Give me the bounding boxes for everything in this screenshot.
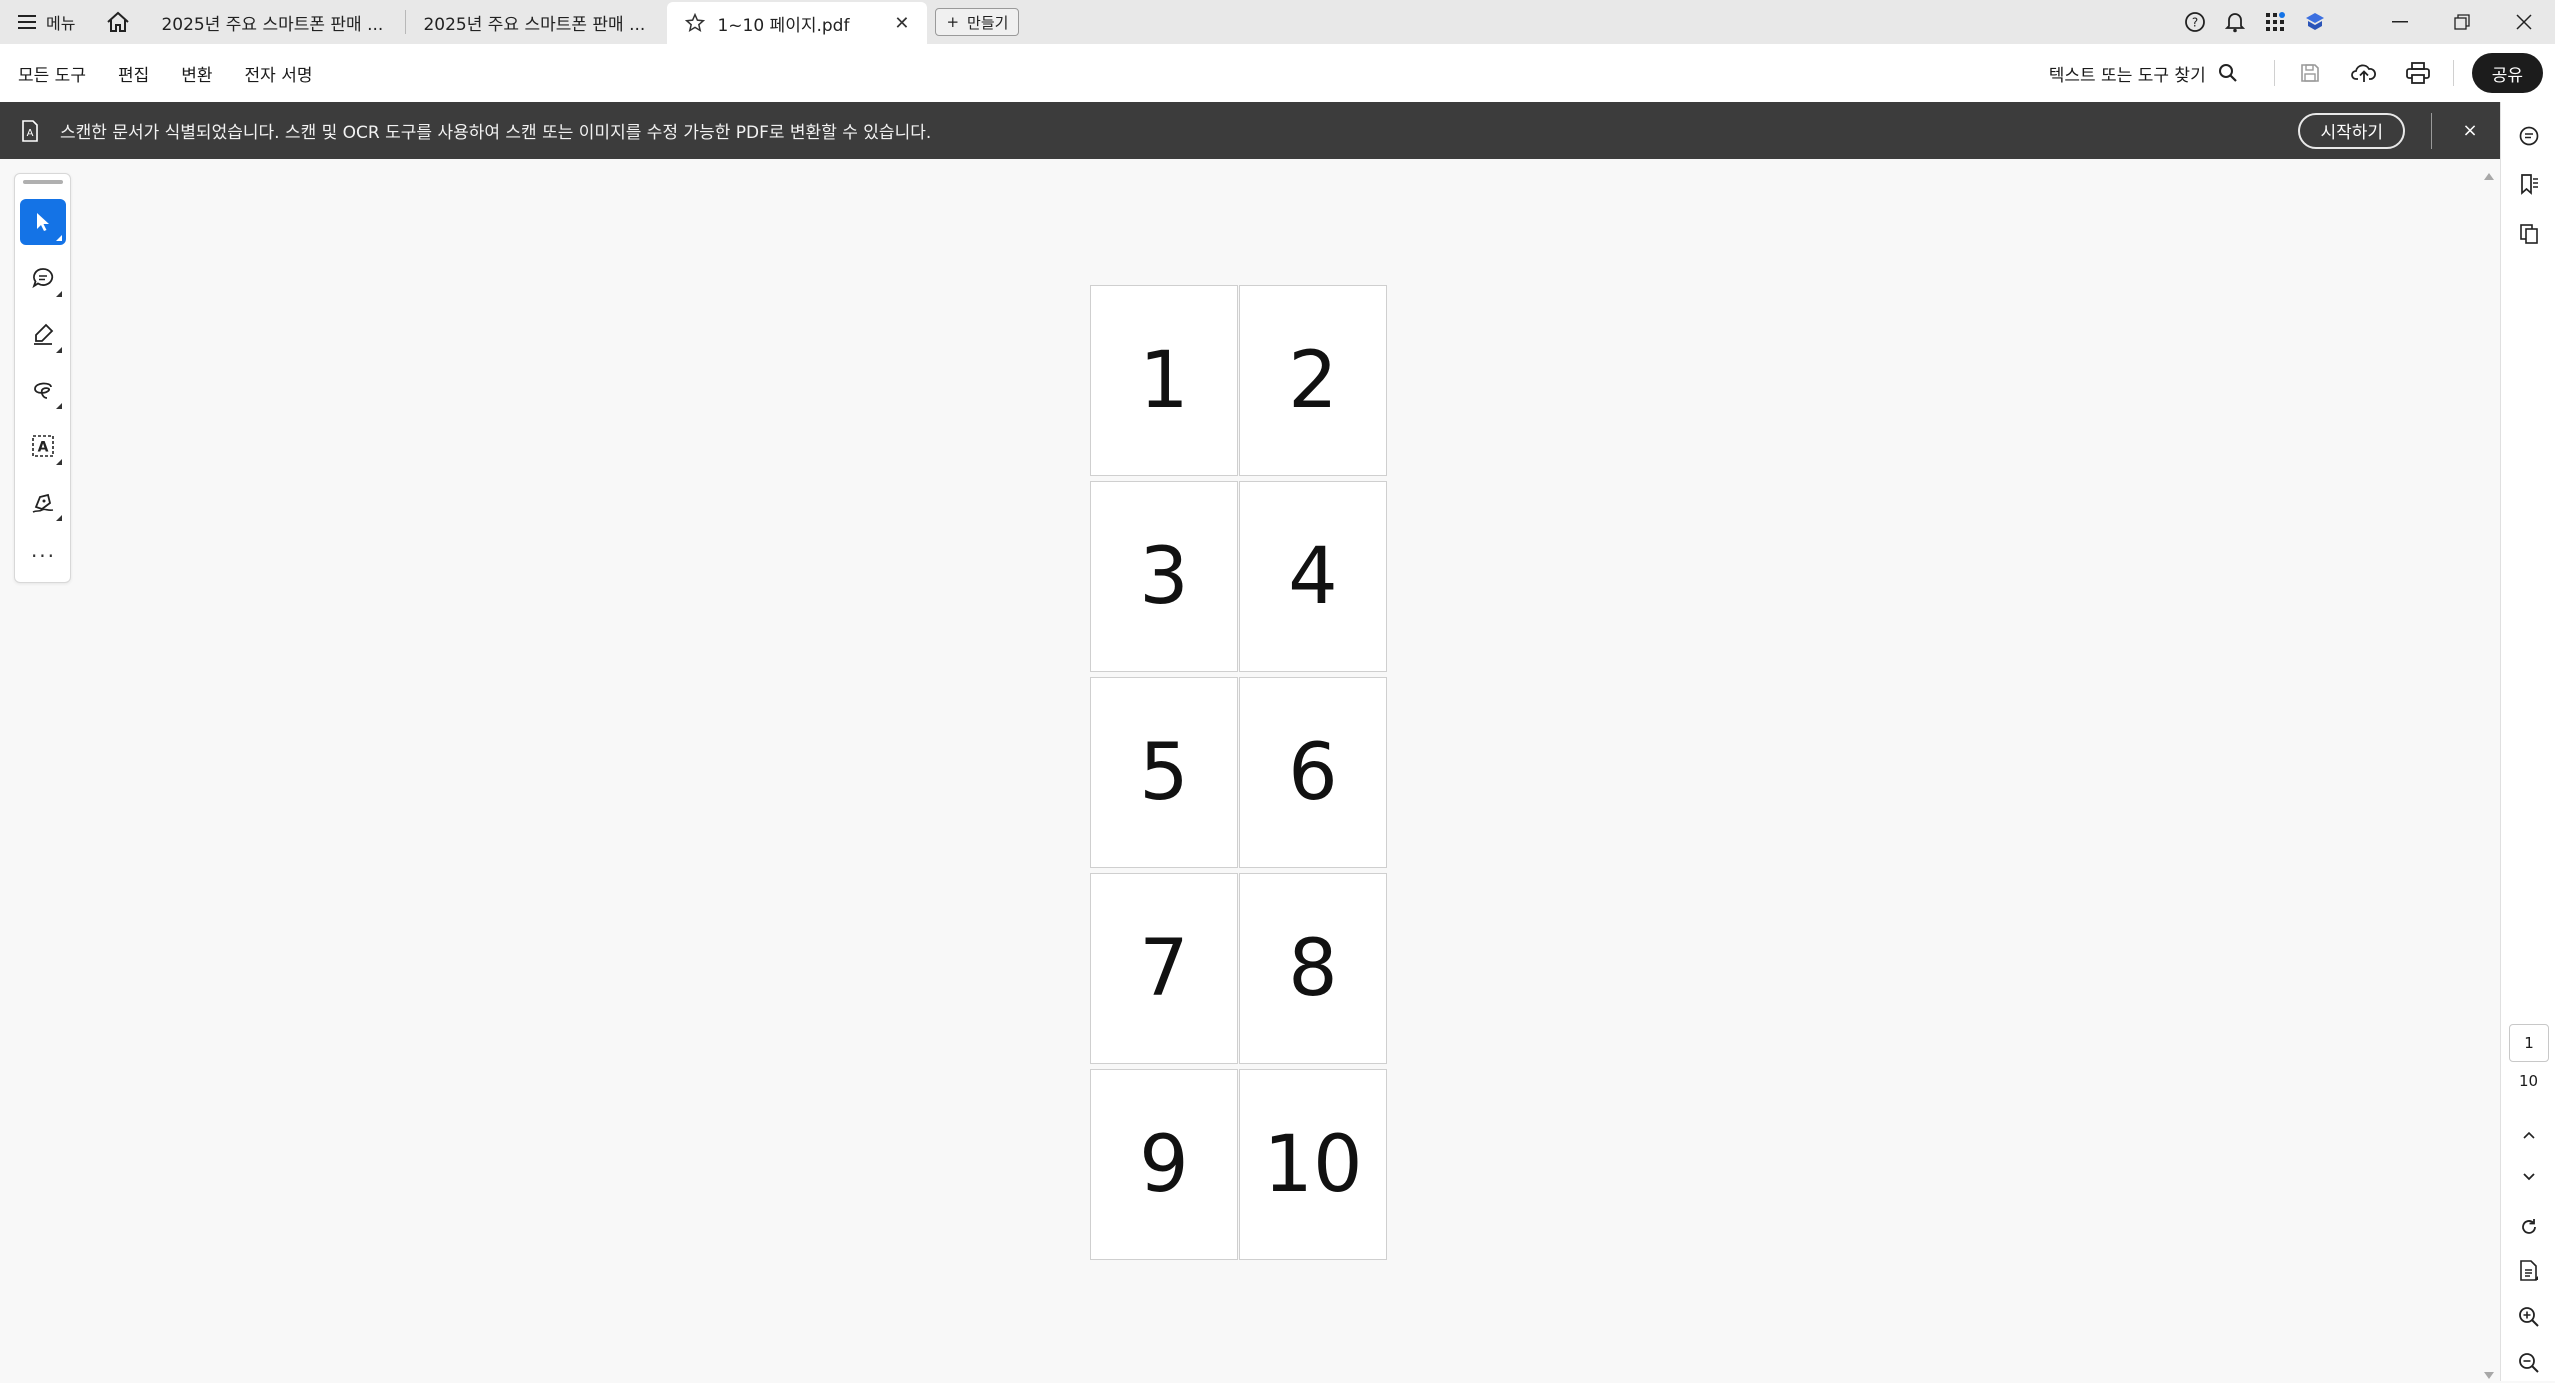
scroll-down-arrow-icon[interactable] <box>2484 1372 2494 1379</box>
svg-text:A: A <box>27 128 34 139</box>
pages-thumbnail-icon[interactable] <box>2501 214 2555 254</box>
star-icon[interactable] <box>685 13 706 33</box>
rotate-icon[interactable] <box>2501 1207 2555 1247</box>
page-number-cell: 3 <box>1090 481 1238 672</box>
hamburger-icon <box>18 15 36 29</box>
toolbar-menu: 모든 도구 편집 변환 전자 서명 <box>0 61 313 86</box>
tab-label: 2025년 주요 스마트폰 판매 ... <box>161 14 384 35</box>
highlight-tool[interactable] <box>20 311 66 357</box>
page-number-cell: 7 <box>1090 873 1238 1064</box>
next-page-chevron-down-icon[interactable] <box>2501 1157 2555 1197</box>
svg-text:?: ? <box>2192 16 2198 30</box>
plus-icon: + <box>946 13 960 31</box>
page-number-cell: 4 <box>1239 481 1387 672</box>
page-number-cell: 10 <box>1239 1069 1387 1260</box>
sign-tool[interactable] <box>20 479 66 525</box>
text-box-tool[interactable]: A <box>20 423 66 469</box>
cloud-upload-icon[interactable] <box>2337 51 2391 95</box>
right-sidebar: 1 10 <box>2500 102 2555 1381</box>
search-tools-label: 텍스트 또는 도구 찾기 <box>2048 65 2206 86</box>
share-button[interactable]: 공유 <box>2471 53 2543 93</box>
scan-notification-banner: A 스캔한 문서가 식별되었습니다. 스캔 및 OCR 도구를 사용하여 스캔 … <box>0 102 2500 159</box>
scanned-document-icon: A <box>0 119 60 142</box>
select-tool[interactable] <box>20 199 66 245</box>
zoom-out-icon[interactable] <box>2501 1343 2555 1383</box>
draw-tool[interactable] <box>20 367 66 413</box>
bell-icon[interactable] <box>2215 0 2255 44</box>
comment-icon <box>32 268 54 289</box>
banner-start-button[interactable]: 시작하기 <box>2298 112 2405 149</box>
toolbar-divider <box>2273 60 2275 86</box>
apps-grid-icon[interactable] <box>2255 0 2295 44</box>
page-grid-row: 9 10 <box>1090 1069 1388 1260</box>
menu-all-tools[interactable]: 모든 도구 <box>18 61 86 86</box>
tab-bar: 메뉴 2025년 주요 스마트폰 판매 ... 2025년 주요 스마트폰 판매… <box>0 0 2555 44</box>
new-tab-label: 만들기 <box>967 13 1009 32</box>
menu-e-sign[interactable]: 전자 서명 <box>245 61 313 86</box>
tab-label: 2025년 주요 스마트폰 판매 ... <box>423 14 646 35</box>
vertical-scrollbar[interactable] <box>2477 159 2500 1381</box>
page-display-icon[interactable] <box>2501 1251 2555 1291</box>
ai-assistant-icon[interactable] <box>2295 0 2335 44</box>
quick-tools-palette: A ··· <box>14 173 71 583</box>
page-number-cell: 6 <box>1239 677 1387 868</box>
tab-document-3-active[interactable]: 1~10 페이지.pdf ✕ <box>667 2 928 44</box>
menu-label: 메뉴 <box>46 14 76 33</box>
menu-button[interactable]: 메뉴 <box>0 0 93 44</box>
tab-close-icon[interactable]: ✕ <box>886 13 909 34</box>
main-toolbar: 모든 도구 편집 변환 전자 서명 텍스트 또는 도구 찾기 공유 <box>0 44 2555 102</box>
document-page: 1 2 3 4 5 6 7 8 9 10 <box>1090 285 1388 1265</box>
new-tab-button[interactable]: + 만들기 <box>935 8 1020 36</box>
save-icon[interactable] <box>2283 51 2337 95</box>
text-box-icon: A <box>32 435 54 457</box>
zoom-in-icon[interactable] <box>2501 1297 2555 1337</box>
page-number-cell: 2 <box>1239 285 1387 476</box>
search-icon <box>2218 64 2237 82</box>
page-number-cell: 8 <box>1239 873 1387 1064</box>
bookmark-icon[interactable] <box>2501 164 2555 204</box>
more-tools-icon[interactable]: ··· <box>15 544 72 568</box>
page-grid-row: 1 2 <box>1090 285 1388 476</box>
print-icon[interactable] <box>2391 51 2445 95</box>
total-pages-label: 10 <box>2518 1072 2539 1090</box>
home-icon <box>107 11 130 32</box>
highlighter-icon <box>34 323 54 345</box>
minimize-icon[interactable] <box>2369 0 2431 44</box>
palette-drag-handle[interactable] <box>23 180 63 184</box>
menu-edit[interactable]: 편집 <box>118 61 149 86</box>
tab-document-1[interactable]: 2025년 주요 스마트폰 판매 ... <box>143 0 405 44</box>
pen-sign-icon <box>32 493 54 513</box>
help-icon[interactable]: ? <box>2175 0 2215 44</box>
page-number-cell: 9 <box>1090 1069 1238 1260</box>
page-number-cell: 5 <box>1090 677 1238 868</box>
tab-label: 1~10 페이지.pdf <box>717 15 850 36</box>
toolbar-divider <box>2452 60 2454 86</box>
page-grid-row: 7 8 <box>1090 873 1388 1064</box>
menu-convert[interactable]: 변환 <box>181 61 212 86</box>
tab-document-2[interactable]: 2025년 주요 스마트폰 판매 ... <box>405 0 667 44</box>
home-button[interactable] <box>93 0 143 44</box>
banner-close-icon[interactable]: × <box>2450 120 2490 141</box>
banner-divider <box>2431 112 2432 149</box>
svg-text:A: A <box>38 440 49 456</box>
scroll-up-arrow-icon[interactable] <box>2484 173 2494 180</box>
page-grid-row: 5 6 <box>1090 677 1388 868</box>
page-number-cell: 1 <box>1090 285 1238 476</box>
pointer-icon <box>37 213 49 231</box>
search-tools-button[interactable]: 텍스트 또는 도구 찾기 <box>2049 61 2266 86</box>
banner-message: 스캔한 문서가 식별되었습니다. 스캔 및 OCR 도구를 사용하여 스캔 또는… <box>60 123 932 143</box>
comment-tool[interactable] <box>20 255 66 301</box>
close-window-icon[interactable] <box>2493 0 2555 44</box>
freehand-icon <box>34 382 52 399</box>
restore-icon[interactable] <box>2431 0 2493 44</box>
page-grid-row: 3 4 <box>1090 481 1388 672</box>
current-page-input[interactable]: 1 <box>2509 1024 2549 1062</box>
previous-page-chevron-up-icon[interactable] <box>2501 1115 2555 1155</box>
ai-chat-icon[interactable] <box>2501 116 2555 156</box>
